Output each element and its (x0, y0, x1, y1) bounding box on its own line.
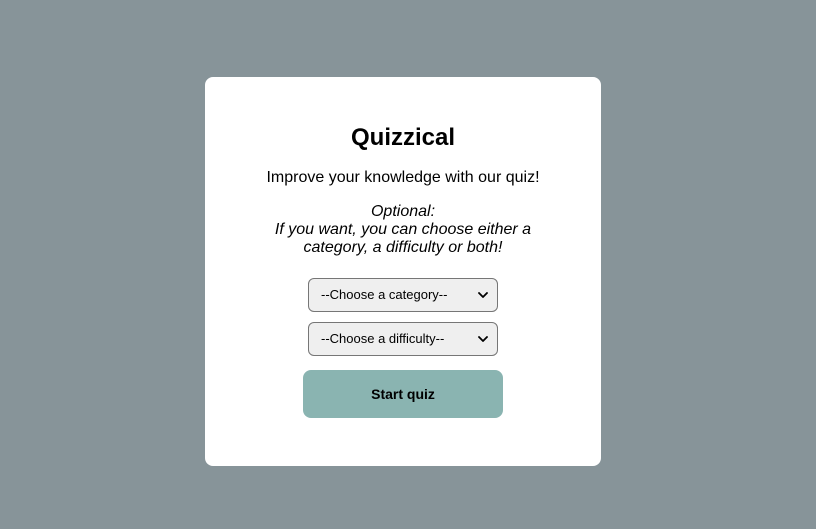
app-title: Quizzical (350, 124, 456, 151)
chevron-down-icon (477, 279, 489, 311)
category-select[interactable]: --Choose a category-- (308, 278, 498, 312)
optional-label: Optional: (370, 203, 436, 220)
optional-hint: Optional: If you want, you can choose ei… (265, 203, 541, 257)
optional-text: If you want, you can choose either a cat… (274, 221, 532, 256)
start-quiz-button[interactable]: Start quiz (303, 370, 503, 418)
quiz-start-card: Quizzical Improve your knowledge with ou… (205, 77, 601, 466)
app-subtitle: Improve your knowledge with our quiz! (266, 169, 540, 186)
chevron-down-icon (477, 323, 489, 355)
difficulty-select-value: --Choose a difficulty-- (321, 331, 445, 346)
category-select-value: --Choose a category-- (321, 287, 448, 302)
difficulty-select[interactable]: --Choose a difficulty-- (308, 322, 498, 356)
